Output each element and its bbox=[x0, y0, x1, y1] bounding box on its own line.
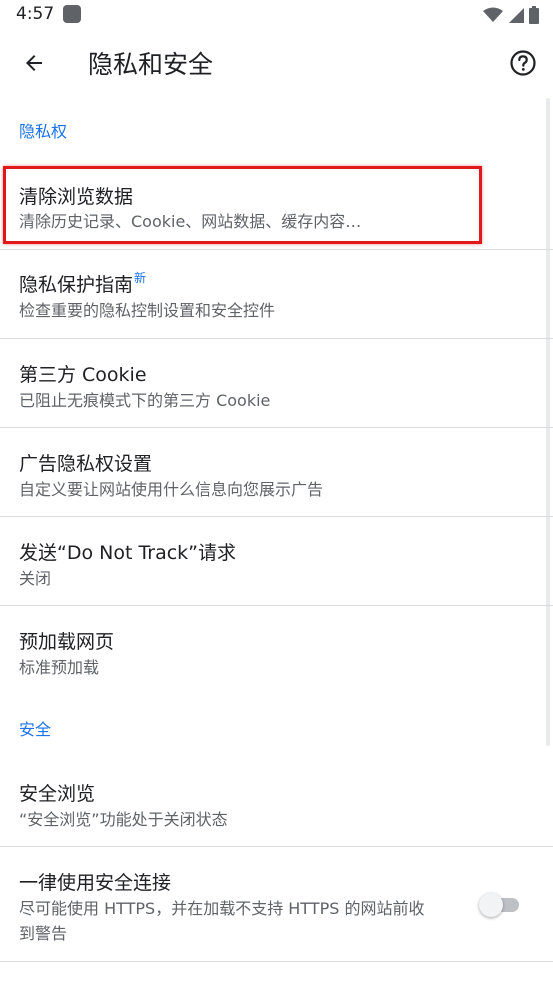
preload-pages-subtitle: 标准预加载 bbox=[19, 658, 100, 677]
status-icons bbox=[483, 6, 539, 24]
privacy-guide-subtitle: 检查重要的隐私控制设置和安全控件 bbox=[19, 301, 276, 320]
section-header-security: 安全 bbox=[19, 720, 52, 739]
privacy-guide-title: 隐私保护指南新 bbox=[19, 270, 146, 297]
toggle-thumb bbox=[479, 893, 503, 917]
preload-pages-item[interactable]: 预加载网页 标准预加载 bbox=[0, 606, 553, 694]
https-first-toggle[interactable] bbox=[479, 893, 519, 917]
wifi-icon bbox=[483, 7, 503, 22]
safe-browsing-item[interactable]: 安全浏览 “安全浏览”功能处于关闭状态 bbox=[0, 758, 553, 847]
help-circle-icon bbox=[510, 50, 536, 76]
section-header-privacy: 隐私权 bbox=[19, 122, 68, 141]
https-first-subtitle-line1: 尽可能使用 HTTPS，并在加载不支持 HTTPS 的网站前收 bbox=[19, 899, 425, 918]
do-not-track-subtitle: 关闭 bbox=[19, 569, 52, 588]
do-not-track-title: 发送“Do Not Track”请求 bbox=[19, 542, 237, 564]
privacy-guide-item[interactable]: 隐私保护指南新 检查重要的隐私控制设置和安全控件 bbox=[0, 250, 553, 339]
page-title: 隐私和安全 bbox=[88, 50, 214, 79]
https-first-item[interactable]: 一律使用安全连接 尽可能使用 HTTPS，并在加载不支持 HTTPS 的网站前收… bbox=[0, 847, 553, 961]
third-party-cookie-item[interactable]: 第三方 Cookie 已阻止无痕模式下的第三方 Cookie bbox=[0, 339, 553, 428]
arrow-back-icon bbox=[26, 55, 42, 71]
new-badge: 新 bbox=[134, 271, 147, 285]
ad-privacy-item[interactable]: 广告隐私权设置 自定义要让网站使用什么信息向您展示广告 bbox=[0, 428, 553, 517]
status-time: 4:57 bbox=[16, 4, 55, 24]
third-party-cookie-title: 第三方 Cookie bbox=[19, 364, 147, 386]
privacy-guide-title-text: 隐私保护指南 bbox=[19, 274, 134, 296]
divider bbox=[0, 961, 553, 962]
status-bar: 4:57 bbox=[0, 0, 553, 30]
signal-icon bbox=[509, 8, 524, 23]
back-button[interactable] bbox=[14, 45, 54, 81]
do-not-track-item[interactable]: 发送“Do Not Track”请求 关闭 bbox=[0, 517, 553, 606]
safe-browsing-title: 安全浏览 bbox=[19, 783, 96, 805]
https-first-title: 一律使用安全连接 bbox=[19, 872, 172, 894]
ad-privacy-subtitle: 自定义要让网站使用什么信息向您展示广告 bbox=[19, 480, 324, 499]
battery-icon bbox=[529, 6, 539, 24]
https-first-subtitle-line2: 到警告 bbox=[19, 924, 68, 943]
help-button[interactable] bbox=[505, 45, 541, 81]
app-bar: 隐私和安全 bbox=[0, 30, 553, 96]
notification-square-icon bbox=[63, 5, 81, 23]
ad-privacy-title: 广告隐私权设置 bbox=[19, 453, 153, 475]
safe-browsing-subtitle: “安全浏览”功能处于关闭状态 bbox=[19, 810, 228, 829]
third-party-cookie-subtitle: 已阻止无痕模式下的第三方 Cookie bbox=[19, 391, 271, 410]
highlight-box bbox=[3, 166, 482, 244]
preload-pages-title: 预加载网页 bbox=[19, 631, 115, 653]
